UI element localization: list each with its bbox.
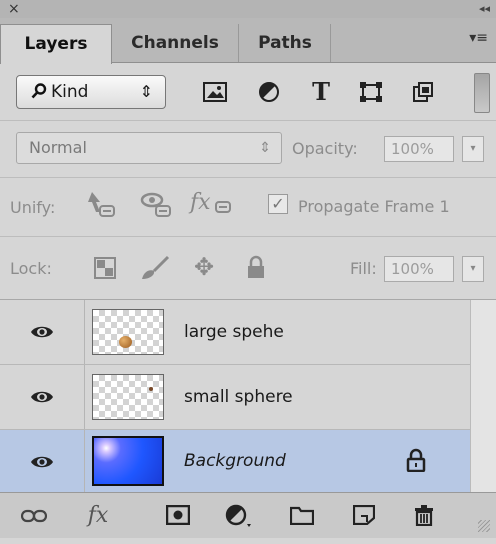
- pixel-layer-filter-icon[interactable]: [198, 75, 232, 109]
- layer-thumbnail: [92, 436, 164, 486]
- filter-row: Kind ⇕ T: [0, 63, 496, 121]
- layer-thumbnail: [92, 309, 164, 355]
- layer-name[interactable]: Background: [184, 430, 286, 494]
- unify-style-icon[interactable]: fx: [190, 190, 232, 215]
- unify-row: Unify: fx ✓ Propagate Frame 1: [0, 178, 496, 237]
- lock-label: Lock:: [10, 259, 52, 278]
- select-arrows-icon: ⇕: [259, 140, 271, 156]
- filter-kind-select[interactable]: Kind ⇕: [16, 75, 166, 109]
- lock-transparent-pixels-icon[interactable]: [94, 257, 116, 283]
- layer-name[interactable]: small sphere: [184, 365, 293, 429]
- unify-position-icon[interactable]: [84, 190, 120, 226]
- blend-mode-select[interactable]: Normal ⇕: [16, 132, 282, 164]
- tab-paths[interactable]: Paths: [240, 24, 331, 62]
- fill-dropdown-button[interactable]: ▾: [462, 256, 484, 282]
- unify-label: Unify:: [10, 198, 56, 217]
- layer-style-icon[interactable]: fx: [78, 493, 118, 538]
- collapse-panel-icon[interactable]: ◂◂: [479, 0, 490, 18]
- blend-mode-value: Normal: [29, 138, 87, 157]
- tab-layers[interactable]: Layers: [0, 24, 112, 64]
- lock-position-icon[interactable]: ✥: [194, 253, 214, 281]
- layer-row-background[interactable]: Background: [0, 430, 470, 493]
- layer-visibility-toggle[interactable]: [0, 300, 85, 364]
- new-group-icon[interactable]: [282, 493, 322, 538]
- blend-row: Normal ⇕ Opacity: 100% ▾: [0, 121, 496, 178]
- lock-all-icon[interactable]: [246, 255, 266, 283]
- layers-panel: × ◂◂ Layers Channels Paths ▾≡ Kind ⇕ T N…: [0, 0, 496, 538]
- resize-grip-icon[interactable]: [478, 520, 490, 532]
- layer-visibility-toggle[interactable]: [0, 430, 85, 492]
- shape-layer-filter-icon[interactable]: [354, 75, 388, 109]
- panel-menu-icon[interactable]: ▾≡: [469, 30, 488, 46]
- layer-row-small-sphere[interactable]: small sphere: [0, 365, 470, 430]
- fill-label: Fill:: [350, 259, 377, 278]
- select-arrows-icon: ⇕: [139, 82, 153, 101]
- eye-icon: [31, 326, 53, 338]
- tab-channels[interactable]: Channels: [112, 24, 239, 62]
- eye-icon: [31, 391, 53, 403]
- layer-lock-icon[interactable]: [406, 448, 426, 476]
- opacity-input[interactable]: 100%: [384, 136, 454, 162]
- unify-visibility-icon[interactable]: [140, 190, 176, 226]
- eye-icon: [31, 456, 53, 468]
- adjustment-layer-filter-icon[interactable]: [252, 75, 286, 109]
- lock-row: Lock: ✥ Fill: 100% ▾: [0, 237, 496, 300]
- layer-mask-icon[interactable]: [158, 493, 198, 538]
- panel-title-bar: × ◂◂: [0, 0, 496, 19]
- layer-row-large-sphere[interactable]: large spehe: [0, 300, 470, 365]
- search-icon: [31, 83, 47, 99]
- opacity-label: Opacity:: [292, 139, 358, 158]
- fill-input[interactable]: 100%: [384, 256, 454, 282]
- panel-tabs: Layers Channels Paths ▾≡: [0, 18, 496, 64]
- new-layer-icon[interactable]: [344, 493, 384, 538]
- filter-toggle-switch[interactable]: [474, 73, 490, 113]
- delete-layer-icon[interactable]: [404, 493, 444, 538]
- type-layer-filter-icon[interactable]: T: [304, 75, 338, 109]
- adjustment-layer-icon[interactable]: [220, 493, 260, 538]
- large-sphere-preview: [119, 336, 132, 348]
- layer-visibility-toggle[interactable]: [0, 365, 85, 429]
- propagate-frame-label: Propagate Frame 1: [298, 197, 450, 216]
- layer-thumbnail: [92, 374, 164, 420]
- propagate-frame-checkbox[interactable]: ✓: [268, 194, 288, 214]
- small-sphere-preview: [149, 387, 153, 391]
- opacity-dropdown-button[interactable]: ▾: [462, 136, 484, 162]
- layer-name[interactable]: large spehe: [184, 300, 284, 364]
- close-panel-icon[interactable]: ×: [8, 0, 20, 18]
- unify-fx-label: fx: [190, 190, 211, 215]
- layers-bottom-toolbar: fx: [0, 492, 496, 538]
- layers-scrollbar[interactable]: [470, 300, 496, 492]
- lock-image-pixels-icon[interactable]: [140, 255, 170, 285]
- smart-object-filter-icon[interactable]: [406, 75, 440, 109]
- filter-kind-label: Kind: [51, 82, 89, 102]
- link-layers-icon[interactable]: [14, 493, 54, 538]
